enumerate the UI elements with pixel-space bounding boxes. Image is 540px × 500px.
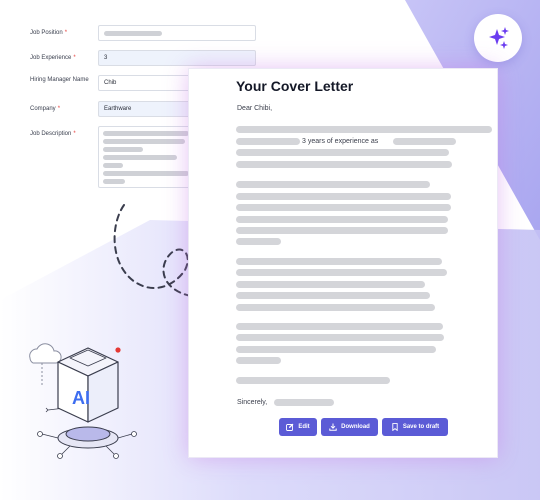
redacted-line: [236, 238, 281, 245]
redacted-line: [236, 138, 300, 145]
ai-cube-icon: [57, 347, 119, 423]
cover-letter-card: Your Cover Letter Dear Chibi, 3 years of…: [188, 68, 498, 458]
ai-cube-label: AI: [72, 388, 90, 408]
redacted-line: [236, 281, 425, 288]
status-dot: [115, 347, 121, 353]
redacted-line: [236, 227, 448, 234]
redacted-text: [103, 131, 189, 136]
redacted-line: [236, 323, 443, 330]
redacted-line: [236, 334, 444, 341]
redacted-line: [236, 149, 449, 156]
redacted-text: [103, 139, 185, 144]
redacted-line: [236, 377, 390, 384]
redacted-line: [236, 216, 448, 223]
job-experience-label: Job Experience *: [30, 55, 76, 61]
job-experience-field[interactable]: 3: [98, 50, 256, 66]
redacted-text: [103, 163, 123, 168]
redacted-line: [236, 357, 281, 364]
edit-button-label: Edit: [298, 424, 310, 430]
edit-button[interactable]: Edit: [279, 418, 317, 436]
letter-title: Your Cover Letter: [236, 78, 354, 94]
ai-sparkles-badge[interactable]: [474, 14, 522, 62]
redacted-line: [236, 204, 451, 211]
redacted-text: [103, 155, 177, 160]
redacted-text: [103, 171, 189, 176]
redacted-text: [104, 31, 162, 36]
redacted-line: [236, 292, 430, 299]
hiring-manager-label: Hiring Manager Name: [30, 77, 89, 83]
company-label: Company *: [30, 106, 61, 112]
edit-icon: [286, 423, 294, 431]
redacted-text: [103, 147, 143, 152]
redacted-line: [236, 346, 436, 353]
download-button-label: Download: [341, 424, 370, 430]
redacted-line: [236, 258, 442, 265]
download-button[interactable]: Download: [321, 418, 378, 436]
sparkles-icon: [489, 27, 509, 49]
job-description-label: Job Description *: [30, 131, 76, 137]
cloud-icon: [29, 343, 62, 385]
redacted-line: [236, 193, 451, 200]
save-to-draft-label: Save to draft: [402, 424, 440, 430]
redacted-signature: [274, 399, 334, 406]
redacted-line: [393, 138, 456, 145]
ai-cube-illustration: AI: [29, 343, 137, 459]
save-to-draft-button[interactable]: Save to draft: [382, 418, 448, 436]
redacted-line: [236, 269, 447, 276]
redacted-line: [236, 126, 492, 133]
download-icon: [329, 423, 337, 431]
job-position-label: Job Position *: [30, 30, 68, 36]
letter-closing: Sincerely,: [237, 399, 268, 406]
job-position-field[interactable]: [98, 25, 256, 41]
redacted-line: [236, 161, 452, 168]
redacted-line: [236, 304, 435, 311]
bookmark-icon: [392, 423, 398, 431]
letter-greeting: Dear Chibi,: [237, 105, 273, 112]
redacted-text: [103, 179, 125, 184]
redacted-line: [236, 181, 430, 188]
letter-experience-phrase: 3 years of experience as: [302, 138, 379, 145]
